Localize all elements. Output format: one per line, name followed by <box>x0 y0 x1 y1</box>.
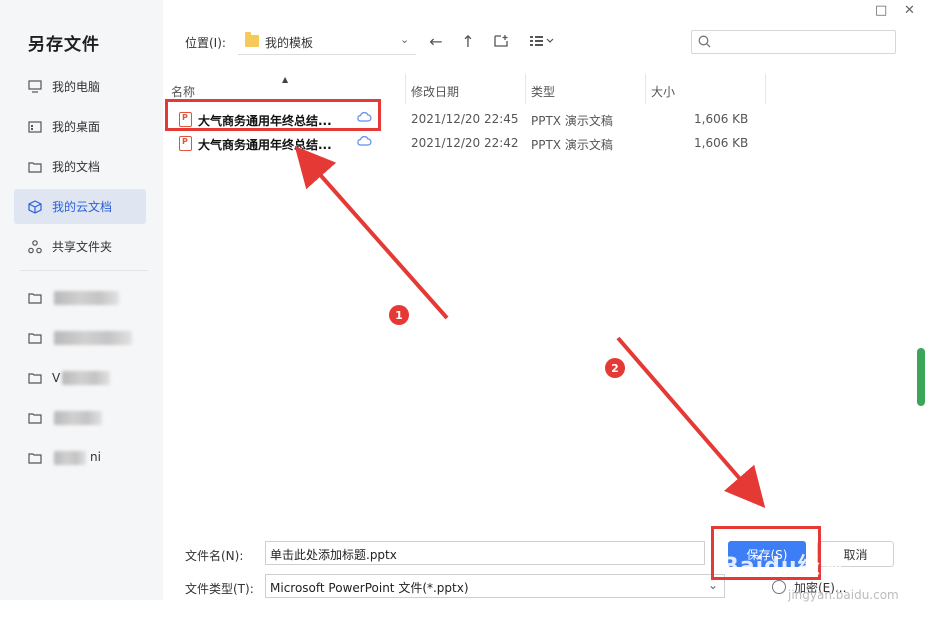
annotation-arrow-1 <box>294 146 449 320</box>
watermark: Baidu经验 <box>722 554 844 579</box>
annotation-step-2: 2 <box>605 358 625 378</box>
lock-icon <box>772 580 786 594</box>
scrollbar-thumb[interactable] <box>917 348 925 406</box>
watermark-url: jingyan.baidu.com <box>788 588 899 602</box>
filename-field[interactable]: 单击此处添加标题.pptx <box>265 541 705 565</box>
filename-label: 文件名(N): <box>185 549 244 563</box>
chevron-down-icon: ⌄ <box>707 578 718 592</box>
annotation-arrow-2 <box>616 336 766 509</box>
filetype-value: Microsoft PowerPoint 文件(*.pptx) <box>270 581 469 595</box>
annotation-step-1: 1 <box>389 305 409 325</box>
filetype-select[interactable]: Microsoft PowerPoint 文件(*.pptx) ⌄ <box>265 574 725 598</box>
filetype-label: 文件类型(T): <box>185 582 254 596</box>
